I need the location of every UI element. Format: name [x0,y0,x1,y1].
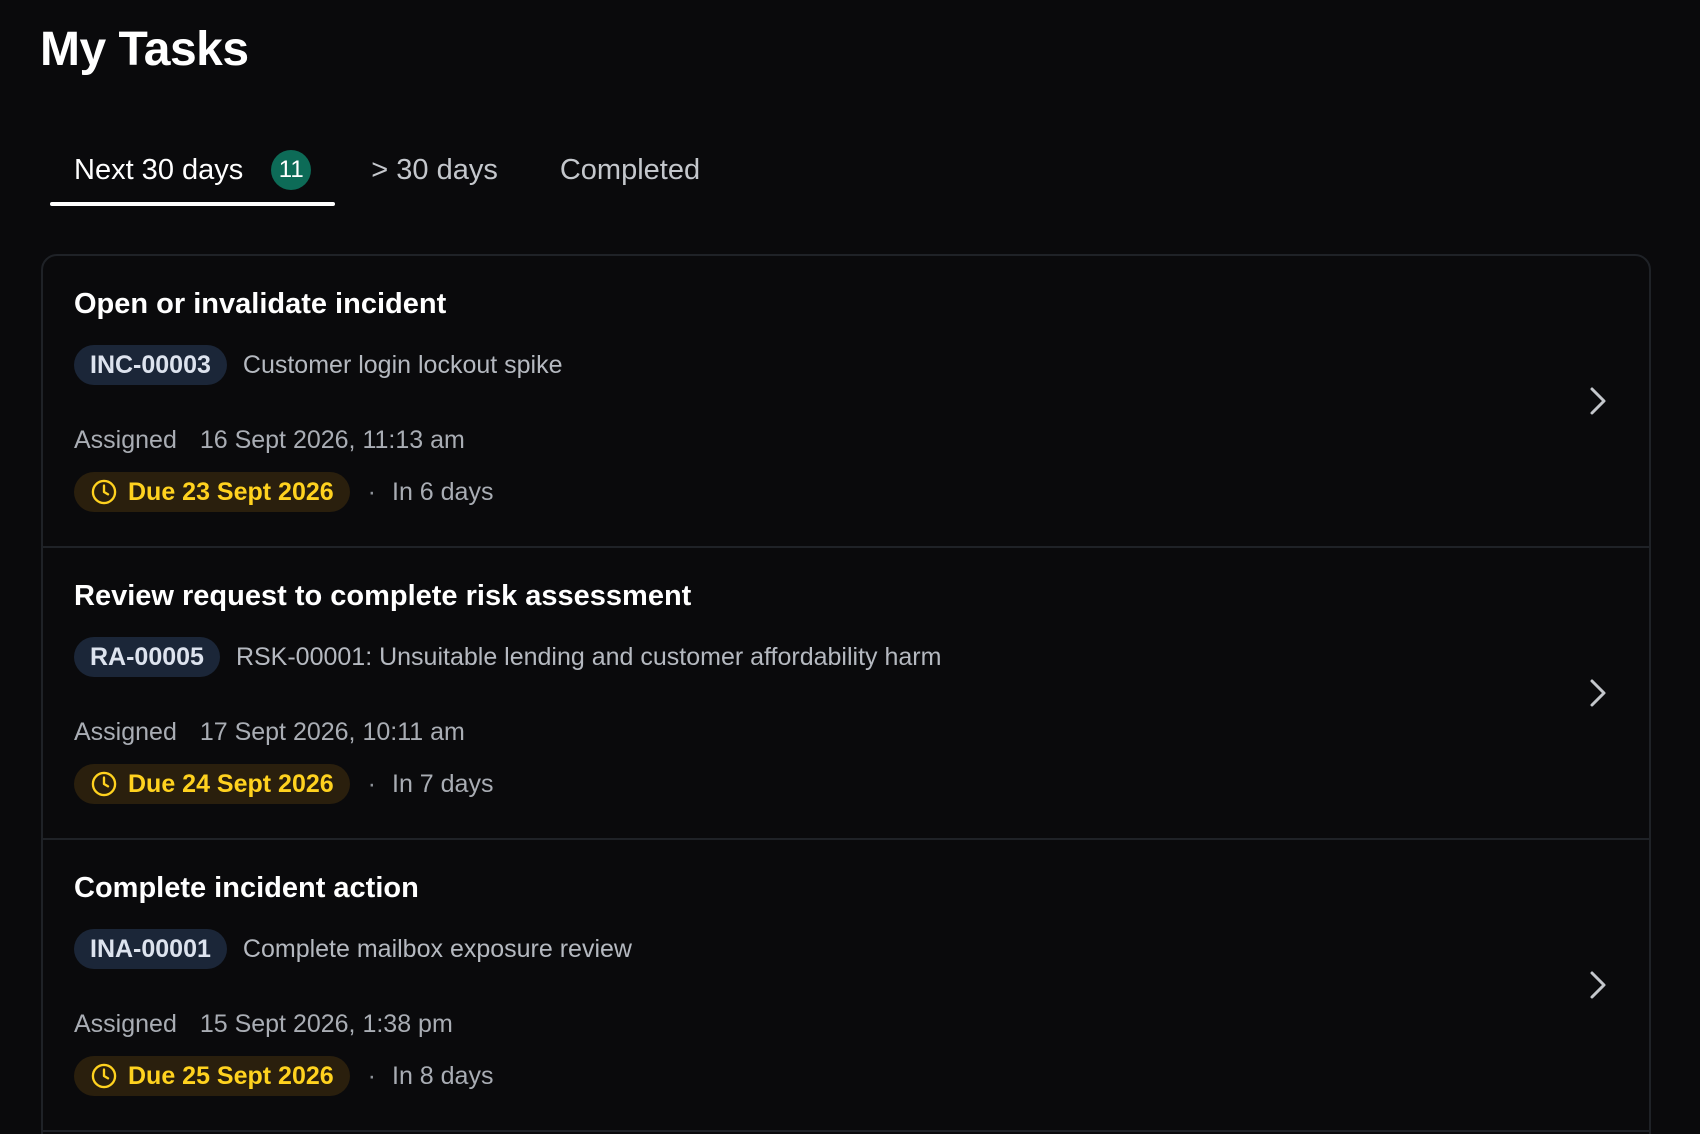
separator-dot: · [367,769,376,798]
reference-id-tag: INC-00003 [74,345,227,385]
task-title: Complete incident action [74,872,419,904]
due-date-badge: Due 23 Sept 2026 [74,472,350,512]
tab-label: Next 30 days [74,153,244,186]
reference-description: RSK-00001: Unsuitable lending and custom… [235,642,942,671]
assigned-info: Assigned 15 Sept 2026, 1:38 pm [74,1010,453,1039]
page-title: My Tasks [40,23,249,76]
separator-dot: · [367,1061,376,1090]
tab-label: > 30 days [371,153,498,186]
reference-description: Complete mailbox exposure review [242,934,632,963]
chevron-right-icon[interactable] [1587,968,1609,1002]
due-date-badge: Due 24 Sept 2026 [74,764,350,804]
tab-count-badge: 11 [271,150,312,190]
tab-next-30-days[interactable]: Next 30 days 11 [50,138,336,206]
task-reference: INC-00003 Customer login lockout spike [74,345,563,385]
assigned-date: 17 Sept 2026, 10:11 am [199,718,465,746]
task-reference: RA-00005 RSK-00001: Unsuitable lending a… [74,637,941,677]
task-title: Review request to complete risk assessme… [74,580,692,612]
due-info: Due 25 Sept 2026 · In 8 days [74,1056,493,1096]
task-card[interactable]: Complete incident action INA-00001 Compl… [43,840,1649,1132]
due-date-text: Due 24 Sept 2026 [128,769,334,798]
assigned-label: Assigned [74,718,177,746]
assigned-info: Assigned 16 Sept 2026, 11:13 am [74,426,465,455]
assigned-info: Assigned 17 Sept 2026, 10:11 am [74,718,465,747]
clock-icon [91,1063,117,1089]
due-info: Due 23 Sept 2026 · In 6 days [74,472,493,512]
due-relative-text: In 6 days [392,477,494,506]
task-card[interactable]: Review request to complete risk assessme… [43,548,1649,840]
due-relative-text: In 8 days [392,1061,494,1090]
chevron-right-icon[interactable] [1587,676,1609,710]
assigned-date: 16 Sept 2026, 11:13 am [199,426,465,454]
assigned-label: Assigned [74,426,177,454]
clock-icon [91,479,117,505]
task-reference: INA-00001 Complete mailbox exposure revi… [74,929,632,969]
task-title: Open or invalidate incident [74,288,447,320]
due-date-badge: Due 25 Sept 2026 [74,1056,350,1096]
separator-dot: · [367,477,376,506]
due-info: Due 24 Sept 2026 · In 7 days [74,764,493,804]
tab-bar: Next 30 days 11 > 30 days Completed [50,138,762,206]
due-date-text: Due 25 Sept 2026 [128,1061,334,1090]
tab-over-30-days[interactable]: > 30 days [371,138,498,202]
assigned-label: Assigned [74,1010,177,1038]
reference-id-tag: INA-00001 [74,929,227,969]
due-date-text: Due 23 Sept 2026 [128,477,334,506]
assigned-date: 15 Sept 2026, 1:38 pm [199,1010,453,1038]
chevron-right-icon[interactable] [1587,384,1609,418]
task-list: Open or invalidate incident INC-00003 Cu… [41,254,1651,1134]
reference-id-tag: RA-00005 [74,637,220,677]
task-card[interactable]: Open or invalidate incident INC-00003 Cu… [43,256,1649,548]
clock-icon [91,771,117,797]
due-relative-text: In 7 days [392,769,494,798]
tab-label: Completed [559,153,701,186]
reference-description: Customer login lockout spike [242,350,563,379]
tab-completed[interactable]: Completed [560,138,700,202]
